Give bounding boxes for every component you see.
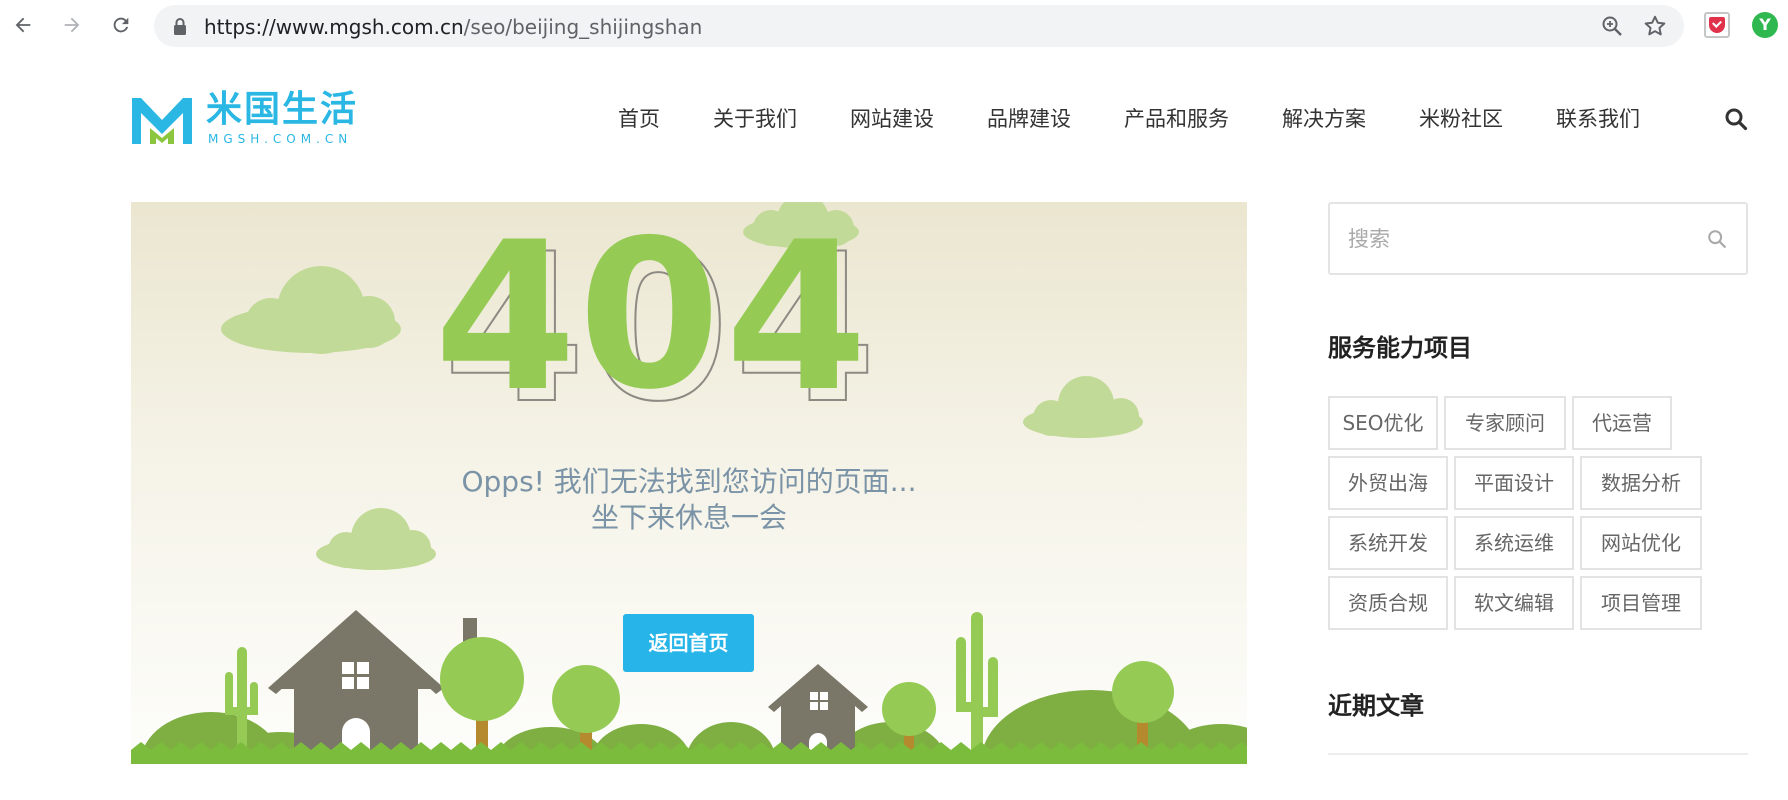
search-icon[interactable] xyxy=(1706,228,1728,250)
sidebar-search-input[interactable] xyxy=(1348,222,1688,256)
bookmark-star-icon[interactable] xyxy=(1642,13,1668,39)
error-message-line-1: Opps! 我们无法找到您访问的页面... xyxy=(461,465,917,498)
tag-expert[interactable]: 专家顾问 xyxy=(1444,396,1566,450)
nav-item-products[interactable]: 产品和服务 xyxy=(1124,104,1229,134)
tag-data-analysis[interactable]: 数据分析 xyxy=(1580,456,1702,510)
y-extension-icon[interactable]: Y xyxy=(1752,12,1778,38)
back-home-button[interactable]: 返回首页 xyxy=(623,614,754,672)
recent-posts-title: 近期文章 xyxy=(1328,692,1424,720)
nav-item-solutions[interactable]: 解决方案 xyxy=(1282,104,1366,134)
browser-toolbar: https://www.mgsh.com.cn/seo/beijing_shij… xyxy=(0,0,1788,50)
cloud-icon xyxy=(221,266,401,354)
nav-item-about[interactable]: 关于我们 xyxy=(713,104,797,134)
tag-system-ops[interactable]: 系统运维 xyxy=(1454,516,1574,570)
lock-icon xyxy=(174,18,186,35)
sidebar-search xyxy=(1328,202,1748,275)
nav-item-brand[interactable]: 品牌建设 xyxy=(987,104,1071,134)
logo-text-en: MGSH.COM.CN xyxy=(208,132,353,146)
services-widget-title: 服务能力项目 xyxy=(1328,334,1472,362)
url-text: https://www.mgsh.com.cn/seo/beijing_shij… xyxy=(204,15,702,39)
nav-item-home[interactable]: 首页 xyxy=(618,104,660,134)
tag-site-optimize[interactable]: 网站优化 xyxy=(1580,516,1702,570)
404-digit-2: 0 xyxy=(578,202,721,435)
tag-export[interactable]: 外贸出海 xyxy=(1328,456,1448,510)
404-digit-1: 4 xyxy=(434,202,577,437)
site-logo[interactable]: 米国生活 MGSH.COM.CN xyxy=(130,90,380,148)
error-404-banner: 4 4 0 0 4 4 Opps! 我们无法找到您访问的页面... 坐下来休息一… xyxy=(131,202,1247,764)
tag-project-mgmt[interactable]: 项目管理 xyxy=(1580,576,1702,630)
nav-item-community[interactable]: 米粉社区 xyxy=(1419,104,1503,134)
tag-system-dev[interactable]: 系统开发 xyxy=(1328,516,1448,570)
tag-seo[interactable]: SEO优化 xyxy=(1328,396,1438,450)
nav-item-contact[interactable]: 联系我们 xyxy=(1556,104,1640,134)
arrow-right-icon xyxy=(64,17,80,33)
forward-button[interactable] xyxy=(55,8,89,42)
tag-copywriting[interactable]: 软文编辑 xyxy=(1454,576,1574,630)
error-message-line-2: 坐下来休息一会 xyxy=(590,501,787,534)
reload-button[interactable] xyxy=(104,8,138,42)
tag-graphic-design[interactable]: 平面设计 xyxy=(1454,456,1574,510)
tag-compliance[interactable]: 资质合规 xyxy=(1328,576,1448,630)
logo-text-cn: 米国生活 xyxy=(206,89,359,130)
url-host: https://www.mgsh.com.cn xyxy=(204,15,464,39)
reload-icon xyxy=(113,17,129,33)
mgsh-logo-icon xyxy=(132,98,192,144)
404-digit-3: 4 xyxy=(725,202,868,437)
tag-operation[interactable]: 代运营 xyxy=(1572,396,1672,450)
arrow-left-icon xyxy=(15,17,31,33)
address-bar[interactable]: https://www.mgsh.com.cn/seo/beijing_shij… xyxy=(154,5,1684,47)
back-button[interactable] xyxy=(6,8,40,42)
url-path: /seo/beijing_shijingshan xyxy=(463,15,703,39)
recent-posts-divider xyxy=(1328,753,1748,755)
pocket-extension-icon[interactable] xyxy=(1704,12,1730,38)
zoom-icon[interactable] xyxy=(1600,14,1624,38)
nav-item-website[interactable]: 网站建设 xyxy=(850,104,934,134)
main-nav: 首页 关于我们 网站建设 品牌建设 产品和服务 解决方案 米粉社区 联系我们 xyxy=(618,104,1640,134)
search-icon[interactable] xyxy=(1724,107,1748,131)
